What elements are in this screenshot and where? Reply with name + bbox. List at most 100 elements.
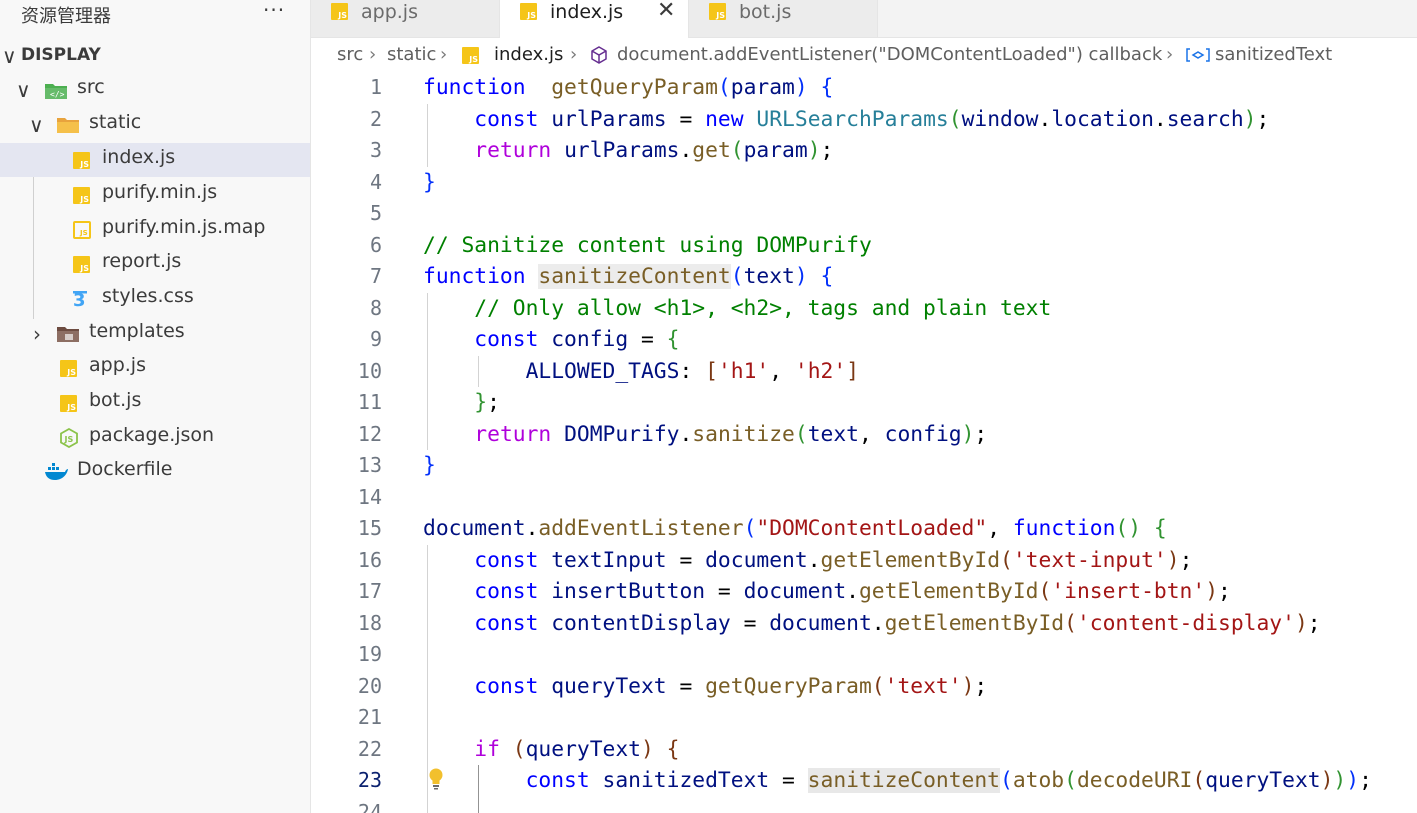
- code-token: search: [1166, 106, 1244, 132]
- code-token: (: [794, 421, 808, 447]
- code-line[interactable]: 21: [311, 702, 1417, 734]
- code-line[interactable]: 14: [311, 482, 1417, 514]
- code-line[interactable]: 17 const insertButton = document.getElem…: [311, 576, 1417, 608]
- folder-icon: [56, 116, 80, 138]
- code-token: ]: [846, 358, 860, 384]
- more-actions-icon[interactable]: ···: [263, 0, 285, 22]
- code-token: getQueryParam: [705, 673, 872, 699]
- code-token: contentDisplay: [551, 610, 731, 636]
- code-line[interactable]: 22 if (queryText) {: [311, 734, 1417, 766]
- tree-folder-src[interactable]: ∨ </> src: [0, 73, 310, 107]
- tree-label: static: [89, 111, 142, 133]
- line-number: 17: [357, 579, 382, 603]
- tree-file-index-js[interactable]: index.js: [0, 143, 310, 177]
- code-line[interactable]: 3 return urlParams.get(param);: [311, 135, 1417, 167]
- breadcrumb-item-file[interactable]: index.js: [494, 44, 563, 65]
- code-text: // Only allow <h1>, <h2>, tags and plain…: [423, 296, 1051, 321]
- tab-bot-js[interactable]: bot.js: [689, 0, 878, 37]
- code-line[interactable]: 12 return DOMPurify.sanitize(text, confi…: [311, 419, 1417, 451]
- tree-file-dockerfile[interactable]: Dockerfile: [0, 455, 310, 489]
- code-token: (): [1115, 516, 1142, 541]
- code-editor[interactable]: 1 function getQueryParam(param) {2 const …: [311, 72, 1417, 813]
- tab-index-js[interactable]: index.js ✕: [500, 0, 689, 38]
- code-token: text: [807, 421, 859, 447]
- code-line[interactable]: 7 function sanitizeContent(text) {: [311, 261, 1417, 293]
- explorer-sidebar: 资源管理器 ··· ∨ DISPLAY ∨ </> src ∨ static i…: [0, 0, 311, 813]
- js-file-icon: [462, 47, 479, 64]
- code-token: get: [692, 138, 731, 163]
- code-line[interactable]: 9 const config = {: [311, 324, 1417, 356]
- code-line[interactable]: 10 ALLOWED_TAGS: ['h1', 'h2']: [311, 356, 1417, 388]
- code-line[interactable]: 4}: [311, 167, 1417, 199]
- code-line[interactable]: 23 const sanitizedText = sanitizeContent…: [311, 765, 1417, 797]
- code-line[interactable]: 13}: [311, 450, 1417, 482]
- line-number: 21: [357, 705, 382, 729]
- code-text: const textInput = document.getElementByI…: [423, 548, 1192, 573]
- code-token: const: [474, 579, 539, 604]
- code-line[interactable]: 11 };: [311, 387, 1417, 419]
- tree-label: DISPLAY: [21, 45, 101, 65]
- code-token: }: [474, 390, 488, 415]
- code-token: ): [1243, 106, 1257, 132]
- code-token: config: [551, 327, 629, 352]
- code-token: .: [1153, 106, 1167, 132]
- line-number: 19: [357, 642, 382, 666]
- code-token: getElementById: [884, 610, 1065, 636]
- code-token: document: [743, 579, 847, 604]
- code-line[interactable]: 19: [311, 639, 1417, 671]
- js-map-file-icon: JS: [73, 221, 91, 243]
- code-token: (: [512, 736, 526, 762]
- line-number: 16: [357, 547, 382, 572]
- tree-file-styles-css[interactable]: 3 styles.css: [0, 282, 310, 316]
- code-token: ): [1205, 579, 1219, 604]
- tab-app-js[interactable]: app.js: [311, 0, 500, 37]
- chevron-down-icon: ∨: [16, 78, 31, 102]
- tree-file-bot-js[interactable]: bot.js: [0, 386, 310, 420]
- code-token: {: [820, 75, 834, 100]
- css-file-icon: 3: [72, 289, 90, 313]
- tree-file-app-js[interactable]: app.js: [0, 351, 310, 385]
- lightbulb-icon[interactable]: [427, 767, 445, 795]
- code-token: urlParams: [564, 138, 680, 163]
- tree-file-report-js[interactable]: report.js: [0, 247, 310, 281]
- code-token: addEventListener: [538, 516, 744, 541]
- tree-folder-static[interactable]: ∨ static: [0, 108, 310, 142]
- code-line[interactable]: 8 // Only allow <h1>, <h2>, tags and pla…: [311, 293, 1417, 325]
- line-number: 3: [369, 138, 382, 162]
- code-line[interactable]: 2 const urlParams = new URLSearchParams(…: [311, 104, 1417, 136]
- line-number: 4: [369, 169, 382, 194]
- code-token: .: [679, 138, 693, 163]
- tree-file-package-json[interactable]: JS package.json: [0, 421, 310, 455]
- close-icon[interactable]: ✕: [657, 0, 675, 23]
- code-line[interactable]: 24: [311, 797, 1417, 813]
- tree-folder-templates[interactable]: › templates: [0, 317, 310, 351]
- breadcrumb-item-src[interactable]: src: [337, 44, 363, 65]
- breadcrumb-item-variable[interactable]: sanitizedText: [1215, 44, 1332, 65]
- code-line[interactable]: 5: [311, 198, 1417, 230]
- code-line[interactable]: 6 // Sanitize content using DOMPurify: [311, 230, 1417, 262]
- code-token: =: [666, 547, 706, 573]
- tree-file-purify-map[interactable]: JS purify.min.js.map: [0, 213, 310, 247]
- code-line[interactable]: 18 const contentDisplay = document.getEl…: [311, 608, 1417, 640]
- line-number: 10: [357, 358, 382, 383]
- breadcrumb-item-callback[interactable]: document.addEventListener("DOMContentLoa…: [617, 44, 1162, 65]
- code-line[interactable]: 15 document.addEventListener("DOMContentL…: [311, 513, 1417, 545]
- code-line[interactable]: 1 function getQueryParam(param) {: [311, 72, 1417, 104]
- code-line[interactable]: 16 const textInput = document.getElement…: [311, 545, 1417, 577]
- code-text: const sanitizedText = sanitizeContent(at…: [423, 768, 1372, 793]
- breadcrumb-item-static[interactable]: static: [387, 44, 436, 65]
- tree-file-purify-min-js[interactable]: purify.min.js: [0, 178, 310, 212]
- line-number: 20: [357, 673, 382, 698]
- line-number: 24: [357, 799, 382, 813]
- tree-folder-display[interactable]: ∨ DISPLAY: [0, 39, 310, 73]
- code-line[interactable]: 20 const queryText = getQueryParam('text…: [311, 671, 1417, 703]
- js-file-icon: [60, 395, 77, 412]
- code-token: ): [1294, 610, 1308, 636]
